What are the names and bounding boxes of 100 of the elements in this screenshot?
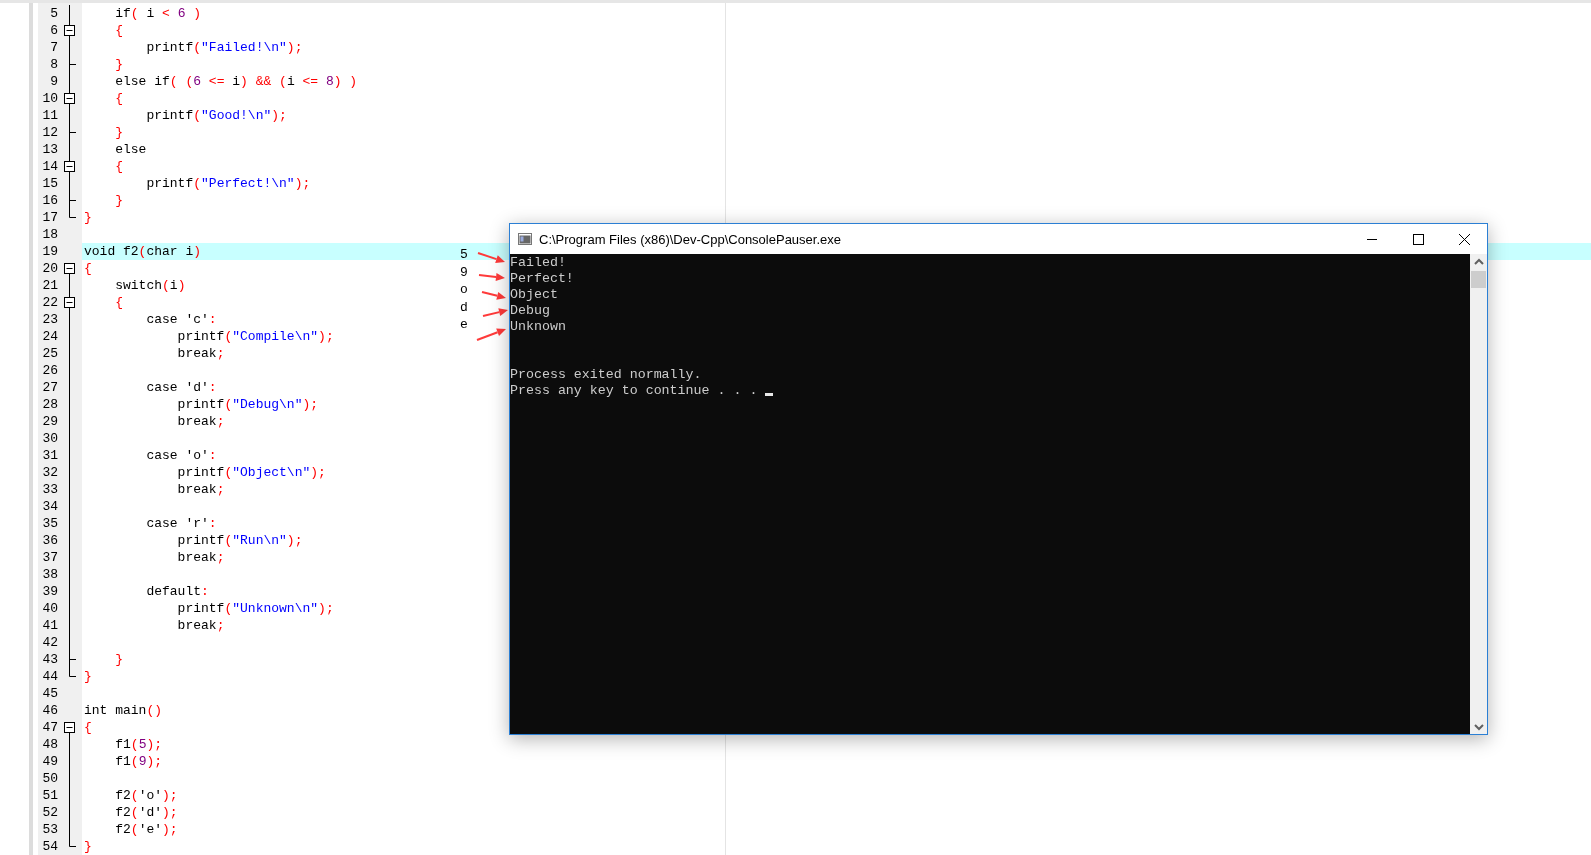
line-number: 20 bbox=[42, 260, 58, 277]
annotation-arrow bbox=[477, 252, 505, 263]
line-number: 22 bbox=[42, 294, 58, 311]
line-number: 41 bbox=[42, 617, 58, 634]
line-number: 43 bbox=[42, 651, 58, 668]
code-line: break; bbox=[176, 617, 225, 634]
console-line: Object bbox=[510, 287, 559, 303]
code-line: { bbox=[114, 22, 123, 39]
fold-toggle-icon[interactable] bbox=[64, 93, 75, 104]
code-line: switch(i) bbox=[114, 277, 186, 294]
code-line: printf("Debug\n"); bbox=[176, 396, 319, 413]
code-line: printf("Unknown\n"); bbox=[176, 600, 334, 617]
window-title: C:\Program Files (x86)\Dev-Cpp\ConsolePauser.exe bbox=[539, 231, 842, 247]
code-line: break; bbox=[176, 345, 225, 362]
line-number: 17 bbox=[42, 209, 58, 226]
console-app-icon bbox=[518, 233, 532, 245]
line-number: 53 bbox=[42, 821, 58, 838]
annotation-text: o bbox=[460, 281, 468, 299]
maximize-icon bbox=[1412, 233, 1424, 245]
line-number: 5 bbox=[50, 5, 58, 22]
line-number: 50 bbox=[42, 770, 58, 787]
line-number: 32 bbox=[42, 464, 58, 481]
console-line: Process exited normally. bbox=[510, 367, 702, 383]
line-number: 31 bbox=[42, 447, 58, 464]
line-number: 30 bbox=[42, 430, 58, 447]
code-line: break; bbox=[176, 481, 225, 498]
line-number: 8 bbox=[50, 56, 58, 73]
annotation-arrow bbox=[476, 328, 506, 341]
code-line: { bbox=[84, 719, 92, 736]
code-line: } bbox=[84, 668, 92, 685]
code-line: } bbox=[114, 124, 123, 141]
code-line: break; bbox=[176, 549, 225, 566]
annotation-arrow bbox=[482, 308, 508, 317]
line-number: 54 bbox=[42, 838, 58, 855]
code-line: f2('e'); bbox=[114, 821, 178, 838]
line-number: 51 bbox=[42, 787, 58, 804]
code-line: { bbox=[114, 158, 123, 175]
line-number: 11 bbox=[42, 107, 58, 124]
line-number: 29 bbox=[42, 413, 58, 430]
code-line: printf("Good!\n"); bbox=[145, 107, 287, 124]
scrollbar-thumb[interactable] bbox=[1471, 271, 1486, 288]
fold-toggle-icon[interactable] bbox=[64, 161, 75, 172]
line-number: 16 bbox=[42, 192, 58, 209]
code-line: { bbox=[114, 294, 123, 311]
line-number: 48 bbox=[42, 736, 58, 753]
console-line: Press any key to continue . . . bbox=[510, 383, 758, 399]
line-number: 38 bbox=[42, 566, 58, 583]
line-number: 23 bbox=[42, 311, 58, 328]
line-number: 46 bbox=[42, 702, 58, 719]
code-line: f1(5); bbox=[114, 736, 163, 753]
console-line: Failed! bbox=[510, 255, 567, 271]
console-line: Unknown bbox=[510, 319, 567, 335]
fold-toggle-icon[interactable] bbox=[64, 722, 75, 733]
code-line: printf("Run\n"); bbox=[176, 532, 303, 549]
fold-toggle-icon[interactable] bbox=[64, 263, 75, 274]
code-line: } bbox=[114, 651, 123, 668]
code-line: { bbox=[84, 260, 92, 277]
code-line: printf("Compile\n"); bbox=[176, 328, 334, 345]
code-line: int main() bbox=[84, 702, 163, 719]
line-number: 13 bbox=[42, 141, 58, 158]
line-number: 45 bbox=[42, 685, 58, 702]
code-line: case 'o': bbox=[145, 447, 217, 464]
line-number: 52 bbox=[42, 804, 58, 821]
code-line: f1(9); bbox=[114, 753, 163, 770]
text-cursor bbox=[765, 393, 774, 396]
code-line: } bbox=[114, 56, 123, 73]
annotation-text: d bbox=[460, 298, 468, 317]
scrollbar[interactable] bbox=[1470, 254, 1487, 734]
line-number: 39 bbox=[42, 583, 58, 600]
annotation-arrow bbox=[481, 291, 506, 300]
fold-toggle-icon[interactable] bbox=[64, 25, 75, 36]
line-number: 15 bbox=[42, 175, 58, 192]
line-number: 18 bbox=[42, 226, 58, 243]
line-number: 36 bbox=[42, 532, 58, 549]
code-line: void f2(char i) bbox=[84, 243, 202, 260]
line-number: 34 bbox=[42, 498, 58, 515]
code-line: case 'd': bbox=[145, 379, 217, 396]
line-number: 35 bbox=[42, 515, 58, 532]
close-icon bbox=[1458, 233, 1470, 245]
line-number: 40 bbox=[42, 600, 58, 617]
code-line: printf("Failed!\n"); bbox=[145, 39, 303, 56]
code-line: f2('o'); bbox=[114, 787, 178, 804]
annotation-text: e bbox=[460, 316, 468, 334]
line-number: 21 bbox=[42, 277, 58, 294]
code-line: } bbox=[114, 192, 123, 209]
line-number: 33 bbox=[42, 481, 58, 498]
annotation-arrow bbox=[478, 273, 505, 281]
console-line: Perfect! bbox=[510, 271, 575, 287]
line-number: 37 bbox=[42, 549, 58, 566]
line-number: 6 bbox=[50, 22, 58, 39]
code-line: else bbox=[114, 141, 147, 158]
code-line: default: bbox=[145, 583, 209, 600]
line-number: 27 bbox=[42, 379, 58, 396]
fold-toggle-icon[interactable] bbox=[64, 297, 75, 308]
line-number: 19 bbox=[42, 243, 58, 260]
line-number: 26 bbox=[42, 362, 58, 379]
code-line: { bbox=[114, 90, 123, 107]
code-line: f2('d'); bbox=[114, 804, 178, 821]
line-number: 44 bbox=[42, 668, 58, 685]
line-number: 24 bbox=[42, 328, 58, 345]
